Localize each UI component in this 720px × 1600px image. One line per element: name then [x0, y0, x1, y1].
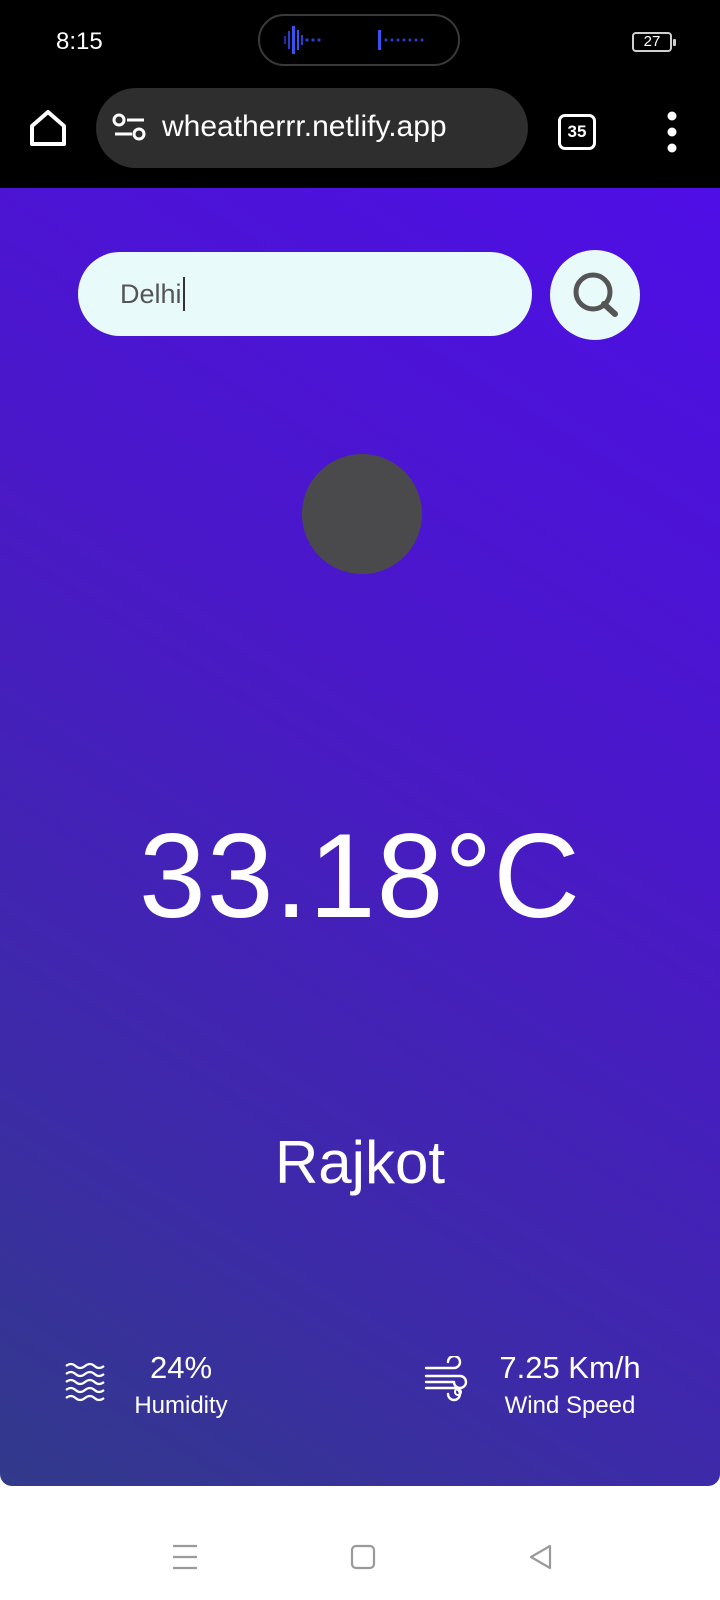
weather-card: 33.18°C Rajkot 24% Humidity 7.25 Km/h Wi… — [0, 188, 720, 1486]
humidity-label: Humidity — [134, 1392, 228, 1419]
address-bar[interactable]: wheatherrr.netlify.app — [96, 88, 528, 168]
tab-switcher-button[interactable]: 35 — [558, 114, 596, 150]
wind-speed-label: Wind Speed — [504, 1392, 636, 1419]
more-vert-icon — [667, 111, 677, 153]
battery-level: 27 — [643, 33, 661, 50]
wind-icon — [424, 1356, 468, 1402]
home-nav-button[interactable] — [348, 1542, 378, 1572]
battery-indicator: 27 — [632, 32, 676, 52]
text-cursor — [183, 277, 185, 311]
status-bar: 8:15 27 — [0, 0, 720, 84]
url-text[interactable]: wheatherrr.netlify.app — [162, 110, 447, 144]
browser-toolbar: wheatherrr.netlify.app 35 — [0, 84, 720, 188]
city-name: Rajkot — [274, 1129, 446, 1196]
browser-menu-button[interactable] — [654, 108, 690, 156]
magnifier-icon — [573, 272, 618, 317]
home-button[interactable] — [24, 104, 72, 152]
search-button[interactable] — [550, 250, 640, 340]
audio-activity-pill — [258, 14, 460, 66]
tune-icon — [112, 113, 146, 141]
audio-wave-icon — [284, 26, 424, 54]
city-search-input[interactable] — [78, 252, 532, 336]
back-nav-button[interactable] — [526, 1542, 556, 1572]
home-icon — [30, 110, 66, 146]
weather-icon — [302, 454, 422, 574]
recent-apps-button[interactable] — [170, 1542, 200, 1572]
site-info-button[interactable] — [112, 112, 148, 144]
status-time: 8:15 — [56, 28, 103, 55]
temperature-value: 33.18°C — [139, 809, 581, 943]
wind-speed-value: 7.25 Km/h — [499, 1350, 641, 1385]
waves-icon — [65, 1362, 105, 1402]
system-nav-bar — [0, 1520, 720, 1600]
humidity-value: 24% — [149, 1350, 213, 1385]
